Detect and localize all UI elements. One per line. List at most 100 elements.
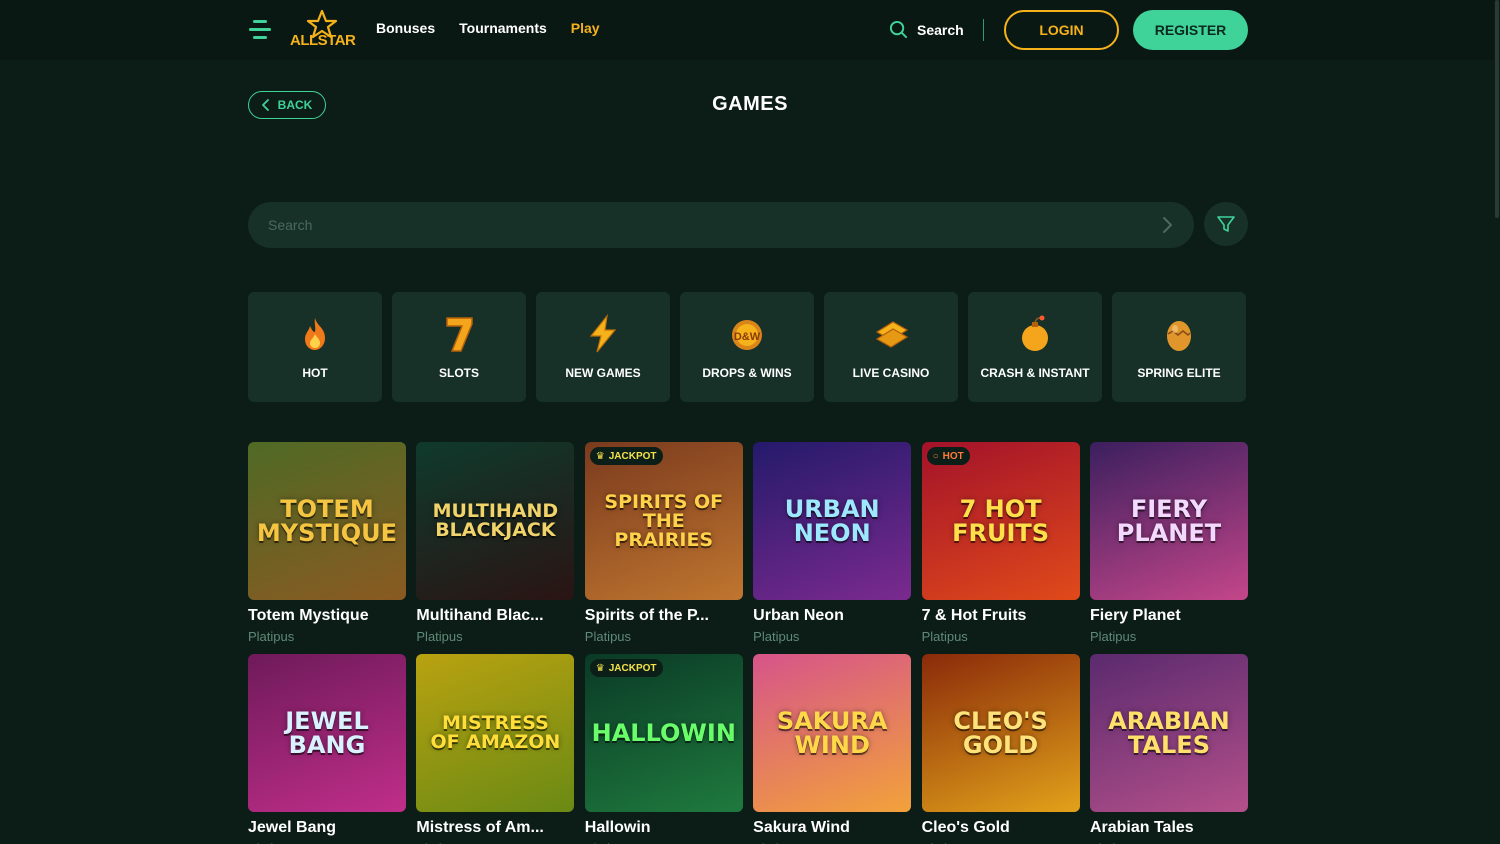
filter-button[interactable] xyxy=(1204,202,1248,246)
game-title[interactable]: 7 & Hot Fruits xyxy=(922,607,1080,625)
game-logo-art: SPIRITS OF THE PRAIRIES xyxy=(604,490,724,551)
game-title[interactable]: Multihand Blac... xyxy=(416,607,574,625)
game-thumbnail[interactable]: MULTIHAND BLACKJACK xyxy=(416,442,575,600)
game-card[interactable]: CLEO'S GOLDCleo's GoldPlatipus xyxy=(921,654,1080,844)
filter-icon xyxy=(1217,216,1235,232)
game-thumbnail[interactable]: SPIRITS OF THE PRAIRIES ♛ JACKPOT xyxy=(584,442,743,600)
category-drops-wins[interactable]: D&W DROPS & WINS xyxy=(680,292,814,402)
game-provider: Platipus xyxy=(584,629,632,644)
category-label: SPRING ELITE xyxy=(1137,366,1221,380)
game-logo-art: SAKURA WIND xyxy=(776,707,888,759)
nav-bonuses[interactable]: Bonuses xyxy=(376,20,435,36)
game-thumbnail[interactable]: HALLOWIN ♛ JACKPOT xyxy=(584,654,743,812)
crown-icon: ♛ xyxy=(595,662,605,674)
game-card[interactable]: SAKURA WINDSakura WindPlatipus xyxy=(753,654,912,844)
game-provider: Platipus xyxy=(1089,629,1137,644)
category-label: HOT xyxy=(302,366,328,380)
game-title[interactable]: Urban Neon xyxy=(753,607,911,625)
flame-icon: ○ xyxy=(932,450,939,462)
category-tiles: HOT SLOTS NEW GAMES D&W DROPS & WINS LIV… xyxy=(248,292,1246,402)
category-spring-elite[interactable]: SPRING ELITE xyxy=(1112,292,1246,402)
game-logo-art: JEWEL BANG xyxy=(285,707,369,759)
game-thumbnail[interactable]: JEWEL BANG xyxy=(248,654,406,812)
game-provider: Platipus xyxy=(921,629,968,644)
search-icon xyxy=(889,20,908,39)
game-logo-art: ARABIAN TALES xyxy=(1108,707,1230,759)
game-thumbnail[interactable]: ARABIAN TALES xyxy=(1089,654,1248,812)
hot-badge: ○ HOT xyxy=(926,447,970,465)
game-card[interactable]: MULTIHAND BLACKJACK Multihand Blac... Plat… xyxy=(416,442,575,654)
game-thumbnail[interactable]: CLEO'S GOLD xyxy=(921,654,1080,812)
badge-label: HOT xyxy=(942,450,964,462)
game-thumbnail[interactable]: SAKURA WIND xyxy=(753,654,912,812)
game-thumbnail[interactable]: FIERY PLANET xyxy=(1089,442,1248,600)
game-title[interactable]: Spirits of the P... xyxy=(585,607,743,625)
allstar-logo[interactable]: ALLSTAR xyxy=(290,9,356,49)
game-logo-art: CLEO'S GOLD xyxy=(953,707,1048,759)
logo-text: ALLSTAR xyxy=(290,32,356,49)
game-title[interactable]: Mistress of Am... xyxy=(416,819,574,837)
game-card[interactable]: SPIRITS OF THE PRAIRIES ♛ JACKPOT Spirits o… xyxy=(584,442,743,654)
cards-icon xyxy=(875,321,909,348)
category-slots[interactable]: SLOTS xyxy=(392,292,526,402)
game-title[interactable]: Sakura Wind xyxy=(753,819,911,837)
seven-icon xyxy=(446,317,473,352)
login-button[interactable]: LOGIN xyxy=(1004,10,1119,50)
top-header: ALLSTAR Bonuses Tournaments Play Search … xyxy=(0,0,1500,60)
category-label: CRASH & INSTANT xyxy=(980,366,1090,380)
game-title[interactable]: Hallowin xyxy=(585,819,743,837)
jackpot-badge: ♛ JACKPOT xyxy=(589,659,663,677)
games-search-input[interactable] xyxy=(268,202,1148,248)
lightning-icon xyxy=(589,314,617,353)
category-crash-instant[interactable]: CRASH & INSTANT xyxy=(968,292,1102,402)
game-provider: Platipus xyxy=(248,629,295,644)
svg-text:D&W: D&W xyxy=(734,331,761,343)
games-search-bar xyxy=(248,202,1194,248)
game-thumbnail[interactable]: 7 HOT FRUITS ○ HOT xyxy=(921,442,1080,600)
back-button[interactable]: BACK xyxy=(248,91,326,119)
crown-icon: ♛ xyxy=(595,450,605,462)
back-label: BACK xyxy=(277,98,313,112)
game-card[interactable]: FIERY PLANET Fiery Planet Platipus xyxy=(1089,442,1248,654)
category-label: LIVE CASINO xyxy=(852,366,930,380)
egg-icon xyxy=(1167,321,1191,351)
scrollbar-thumb[interactable] xyxy=(1495,0,1499,218)
chevron-left-icon xyxy=(261,99,269,111)
page-title: GAMES xyxy=(712,93,788,115)
game-logo-art: MULTIHAND BLACKJACK xyxy=(432,500,559,541)
hamburger-menu-icon[interactable] xyxy=(249,18,271,42)
drops-wins-icon: D&W xyxy=(732,320,762,350)
game-title[interactable]: Fiery Planet xyxy=(1090,607,1248,625)
category-live-casino[interactable]: LIVE CASINO xyxy=(824,292,958,402)
game-card[interactable]: TOTEM MYSTIQUE Totem Mystique Platipus xyxy=(248,442,406,654)
game-provider: Platipus xyxy=(753,629,800,644)
game-card[interactable]: HALLOWIN♛JACKPOTHallowinPlatipus xyxy=(584,654,743,844)
game-thumbnail[interactable]: URBAN NEON xyxy=(753,442,912,600)
game-logo-art: 7 HOT FRUITS xyxy=(952,495,1050,547)
flame-icon xyxy=(305,318,325,350)
category-hot[interactable]: HOT xyxy=(248,292,382,402)
chevron-right-icon[interactable] xyxy=(1158,216,1176,234)
game-title[interactable]: Arabian Tales xyxy=(1090,819,1248,837)
game-title[interactable]: Cleo's Gold xyxy=(922,819,1080,837)
category-label: NEW GAMES xyxy=(565,366,641,380)
game-thumbnail[interactable]: MISTRESS OF AMAZON xyxy=(416,654,575,812)
game-card[interactable]: JEWEL BANGJewel BangPlatipus xyxy=(248,654,406,844)
nav-play[interactable]: Play xyxy=(571,20,600,36)
game-card[interactable]: MISTRESS OF AMAZONMistress of Am...Plati… xyxy=(416,654,575,844)
game-card[interactable]: 7 HOT FRUITS ○ HOT 7 & Hot Fruits Platipus xyxy=(921,442,1080,654)
games-grid: TOTEM MYSTIQUE Totem Mystique Platipus MULT… xyxy=(248,442,1248,844)
category-new-games[interactable]: NEW GAMES xyxy=(536,292,670,402)
nav-tournaments[interactable]: Tournaments xyxy=(459,20,547,36)
register-button[interactable]: REGISTER xyxy=(1133,10,1248,50)
game-title[interactable]: Jewel Bang xyxy=(248,819,406,837)
header-divider xyxy=(983,19,984,41)
game-thumbnail[interactable]: TOTEM MYSTIQUE xyxy=(248,442,406,600)
game-title[interactable]: Totem Mystique xyxy=(248,607,406,625)
category-label: SLOTS xyxy=(438,366,479,380)
game-logo-art: TOTEM MYSTIQUE xyxy=(256,495,398,547)
game-card[interactable]: URBAN NEON Urban Neon Platipus xyxy=(753,442,912,654)
header-search[interactable]: Search xyxy=(889,20,964,39)
page-scrollbar[interactable] xyxy=(1494,0,1500,844)
game-card[interactable]: ARABIAN TALESArabian TalesPlatipus xyxy=(1089,654,1248,844)
